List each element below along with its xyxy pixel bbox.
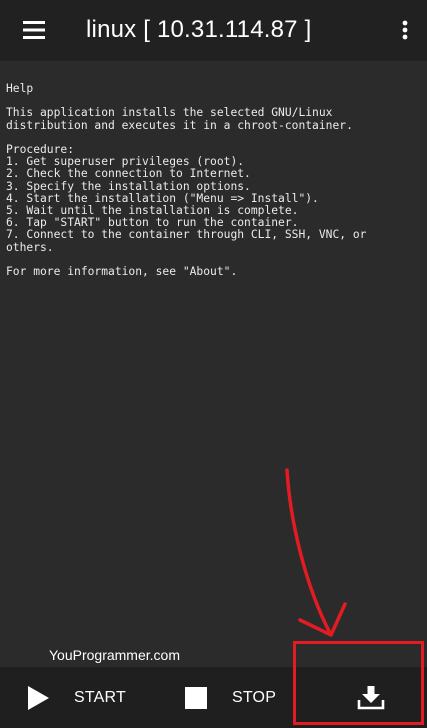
play-icon [28, 685, 49, 710]
stop-button-label: STOP [232, 688, 277, 706]
start-button-label: START [74, 688, 126, 706]
stop-button[interactable]: STOP [185, 667, 276, 728]
overflow-menu-button[interactable] [392, 14, 418, 46]
log-panel[interactable]: Help This application installs the select… [0, 61, 427, 667]
log-line: others. [6, 240, 54, 254]
more-vert-icon [402, 20, 408, 40]
log-line: For more information, see "About". [6, 265, 238, 278]
log-line: This application installs the selected G… [6, 106, 333, 120]
download-icon [357, 685, 385, 709]
help-text: Help This application installs the select… [6, 82, 422, 278]
hamburger-menu-icon [23, 21, 45, 39]
stop-square-icon [185, 686, 207, 709]
log-line: distribution and executes it in a chroot… [6, 118, 353, 132]
app-bar: linux [ 10.31.114.87 ] [0, 0, 427, 61]
log-line: 7. Connect to the container through CLI,… [6, 228, 367, 242]
log-line: Help [6, 82, 34, 95]
install-button[interactable] [356, 667, 386, 728]
log-line: 2. Check the connection to Internet. [6, 167, 251, 181]
watermark: YouProgrammer.com [49, 647, 180, 663]
menu-button[interactable] [14, 14, 54, 46]
log-line: 3. Specify the installation options. [6, 179, 251, 193]
bottom-toolbar: START STOP [0, 667, 427, 728]
start-button[interactable]: START [26, 667, 126, 728]
app-title: linux [ 10.31.114.87 ] [86, 16, 312, 43]
